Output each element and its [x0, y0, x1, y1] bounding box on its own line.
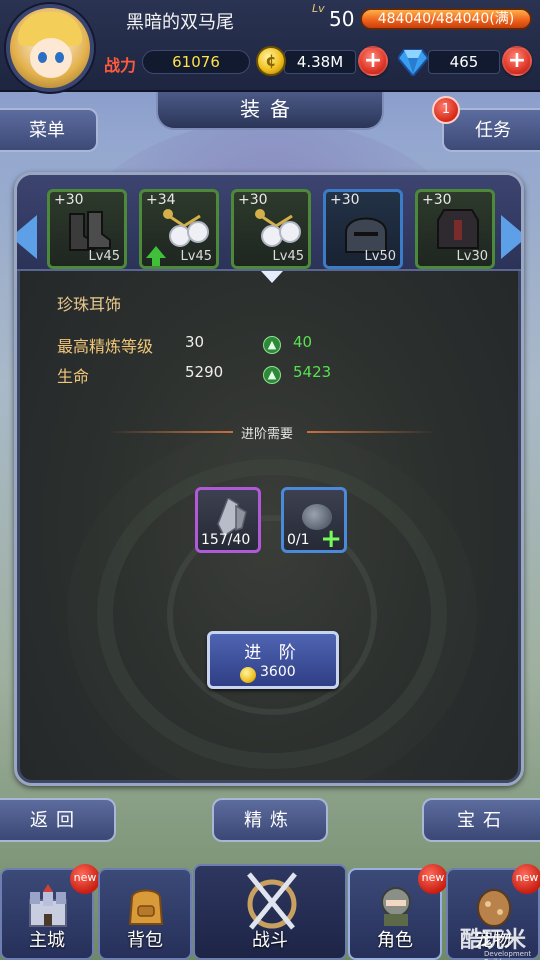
add-gem-button[interactable]: + — [502, 46, 532, 76]
development-build-label: Development Build — [484, 950, 532, 960]
page-title: 装备 — [156, 92, 384, 130]
equipment-slot[interactable]: +30 Lv50 — [323, 189, 403, 269]
avatar-face — [30, 38, 72, 78]
stat-up-arrow-icon: ▲ — [263, 366, 281, 384]
power-label: 战力 — [104, 56, 137, 75]
stat-next-max-refine: 40 — [293, 333, 313, 351]
gold-coin-icon: ¢ — [256, 46, 286, 76]
material-count: 0/1 — [287, 532, 310, 548]
new-badge: new — [418, 864, 448, 894]
equipment-slot[interactable]: +34 Lv45 — [139, 189, 219, 269]
avatar[interactable] — [6, 4, 94, 92]
new-badge: new — [512, 864, 540, 894]
advance-label: 进 阶 — [244, 643, 302, 663]
task-notification-badge: 1 — [432, 96, 460, 124]
material-slot-ore[interactable]: 0/1 + — [281, 487, 347, 553]
advance-button[interactable]: 进 阶 3600 — [207, 631, 339, 689]
top-status-bar: 黑暗的双马尾 Lv 50 484040/484040(满) 战力 61076 4… — [0, 0, 540, 92]
scroll-right-arrow-icon[interactable] — [501, 215, 521, 259]
stat-up-arrow-icon: ▲ — [263, 336, 281, 354]
requirements-title: 进阶需要 — [241, 427, 294, 442]
slot-level: Lv30 — [456, 249, 488, 264]
item-name: 珍珠耳饰 — [57, 295, 122, 314]
stat-next-hp: 5423 — [293, 363, 332, 381]
chest-armor-icon — [437, 209, 479, 249]
boots-icon — [69, 211, 111, 251]
add-gold-button[interactable]: + — [358, 46, 388, 76]
slot-level: Lv45 — [88, 249, 120, 264]
gem-value: 465 — [428, 50, 500, 74]
equipment-strip: +30 Lv45 +34 Lv45 +30 Lv45 +30 Lv50 +30 … — [17, 175, 521, 271]
refine-button[interactable]: 精炼 — [212, 798, 328, 842]
gem-button[interactable]: 宝石 — [422, 798, 540, 842]
level-label: Lv — [312, 2, 325, 15]
player-level: 50 — [329, 7, 355, 31]
avatar-eye-right — [55, 52, 64, 63]
castle-icon — [29, 884, 67, 927]
diamond-gem-icon — [398, 49, 428, 76]
equipment-slot-selected[interactable]: +30 Lv45 — [231, 189, 311, 269]
stat-label-max-refine: 最高精炼等级 — [57, 337, 154, 356]
hp-text: 484040/484040(满) — [377, 11, 515, 27]
slot-level: Lv50 — [364, 249, 396, 264]
pearl-earring-icon — [255, 209, 301, 247]
upgrade-arrow-icon — [146, 246, 166, 266]
gold-coin-icon — [240, 667, 256, 683]
stat-label-hp: 生命 — [57, 367, 90, 386]
player-name: 黑暗的双马尾 — [126, 12, 234, 33]
avatar-eye-left — [38, 52, 47, 63]
divider-right — [307, 431, 437, 433]
add-material-icon[interactable]: + — [320, 526, 342, 552]
power-value: 61076 — [142, 50, 250, 74]
back-button[interactable]: 返回 — [0, 798, 116, 842]
new-badge: new — [70, 864, 100, 894]
knight-helmet-icon — [381, 887, 411, 926]
stat-current-hp: 5290 — [185, 363, 224, 381]
selection-pointer-icon — [261, 271, 283, 283]
material-slot-crystal[interactable]: 157/40 — [195, 487, 261, 553]
nav-label: 主城 — [29, 930, 65, 951]
equipment-slot[interactable]: +30 Lv45 — [47, 189, 127, 269]
crossed-swords-icon — [247, 872, 297, 930]
nav-label: 背包 — [127, 930, 163, 951]
scroll-left-arrow-icon[interactable] — [17, 215, 37, 259]
material-count: 157/40 — [201, 532, 251, 548]
bottom-nav: 主城 new 背包 战斗 角色 new 宠物 new — [0, 864, 540, 960]
slot-level: Lv45 — [180, 249, 212, 264]
nav-label: 角色 — [377, 930, 413, 951]
equipment-panel: +30 Lv45 +34 Lv45 +30 Lv45 +30 Lv50 +30 … — [14, 172, 524, 786]
slot-enhance-level: +30 — [54, 192, 84, 208]
gold-value: 4.38M — [284, 50, 356, 74]
divider-left — [107, 431, 233, 433]
stat-current-max-refine: 30 — [185, 333, 205, 351]
slot-level: Lv45 — [272, 249, 304, 264]
backpack-icon — [128, 889, 164, 925]
nav-item-battle[interactable]: 战斗 — [193, 864, 347, 960]
equipment-slot[interactable]: +30 Lv30 — [415, 189, 495, 269]
menu-button[interactable]: 菜单 — [0, 108, 98, 152]
advance-cost: 3600 — [260, 664, 296, 680]
hp-bar: 484040/484040(满) — [360, 8, 532, 30]
nav-item-backpack[interactable]: 背包 — [98, 868, 192, 960]
nav-label: 战斗 — [252, 930, 288, 951]
